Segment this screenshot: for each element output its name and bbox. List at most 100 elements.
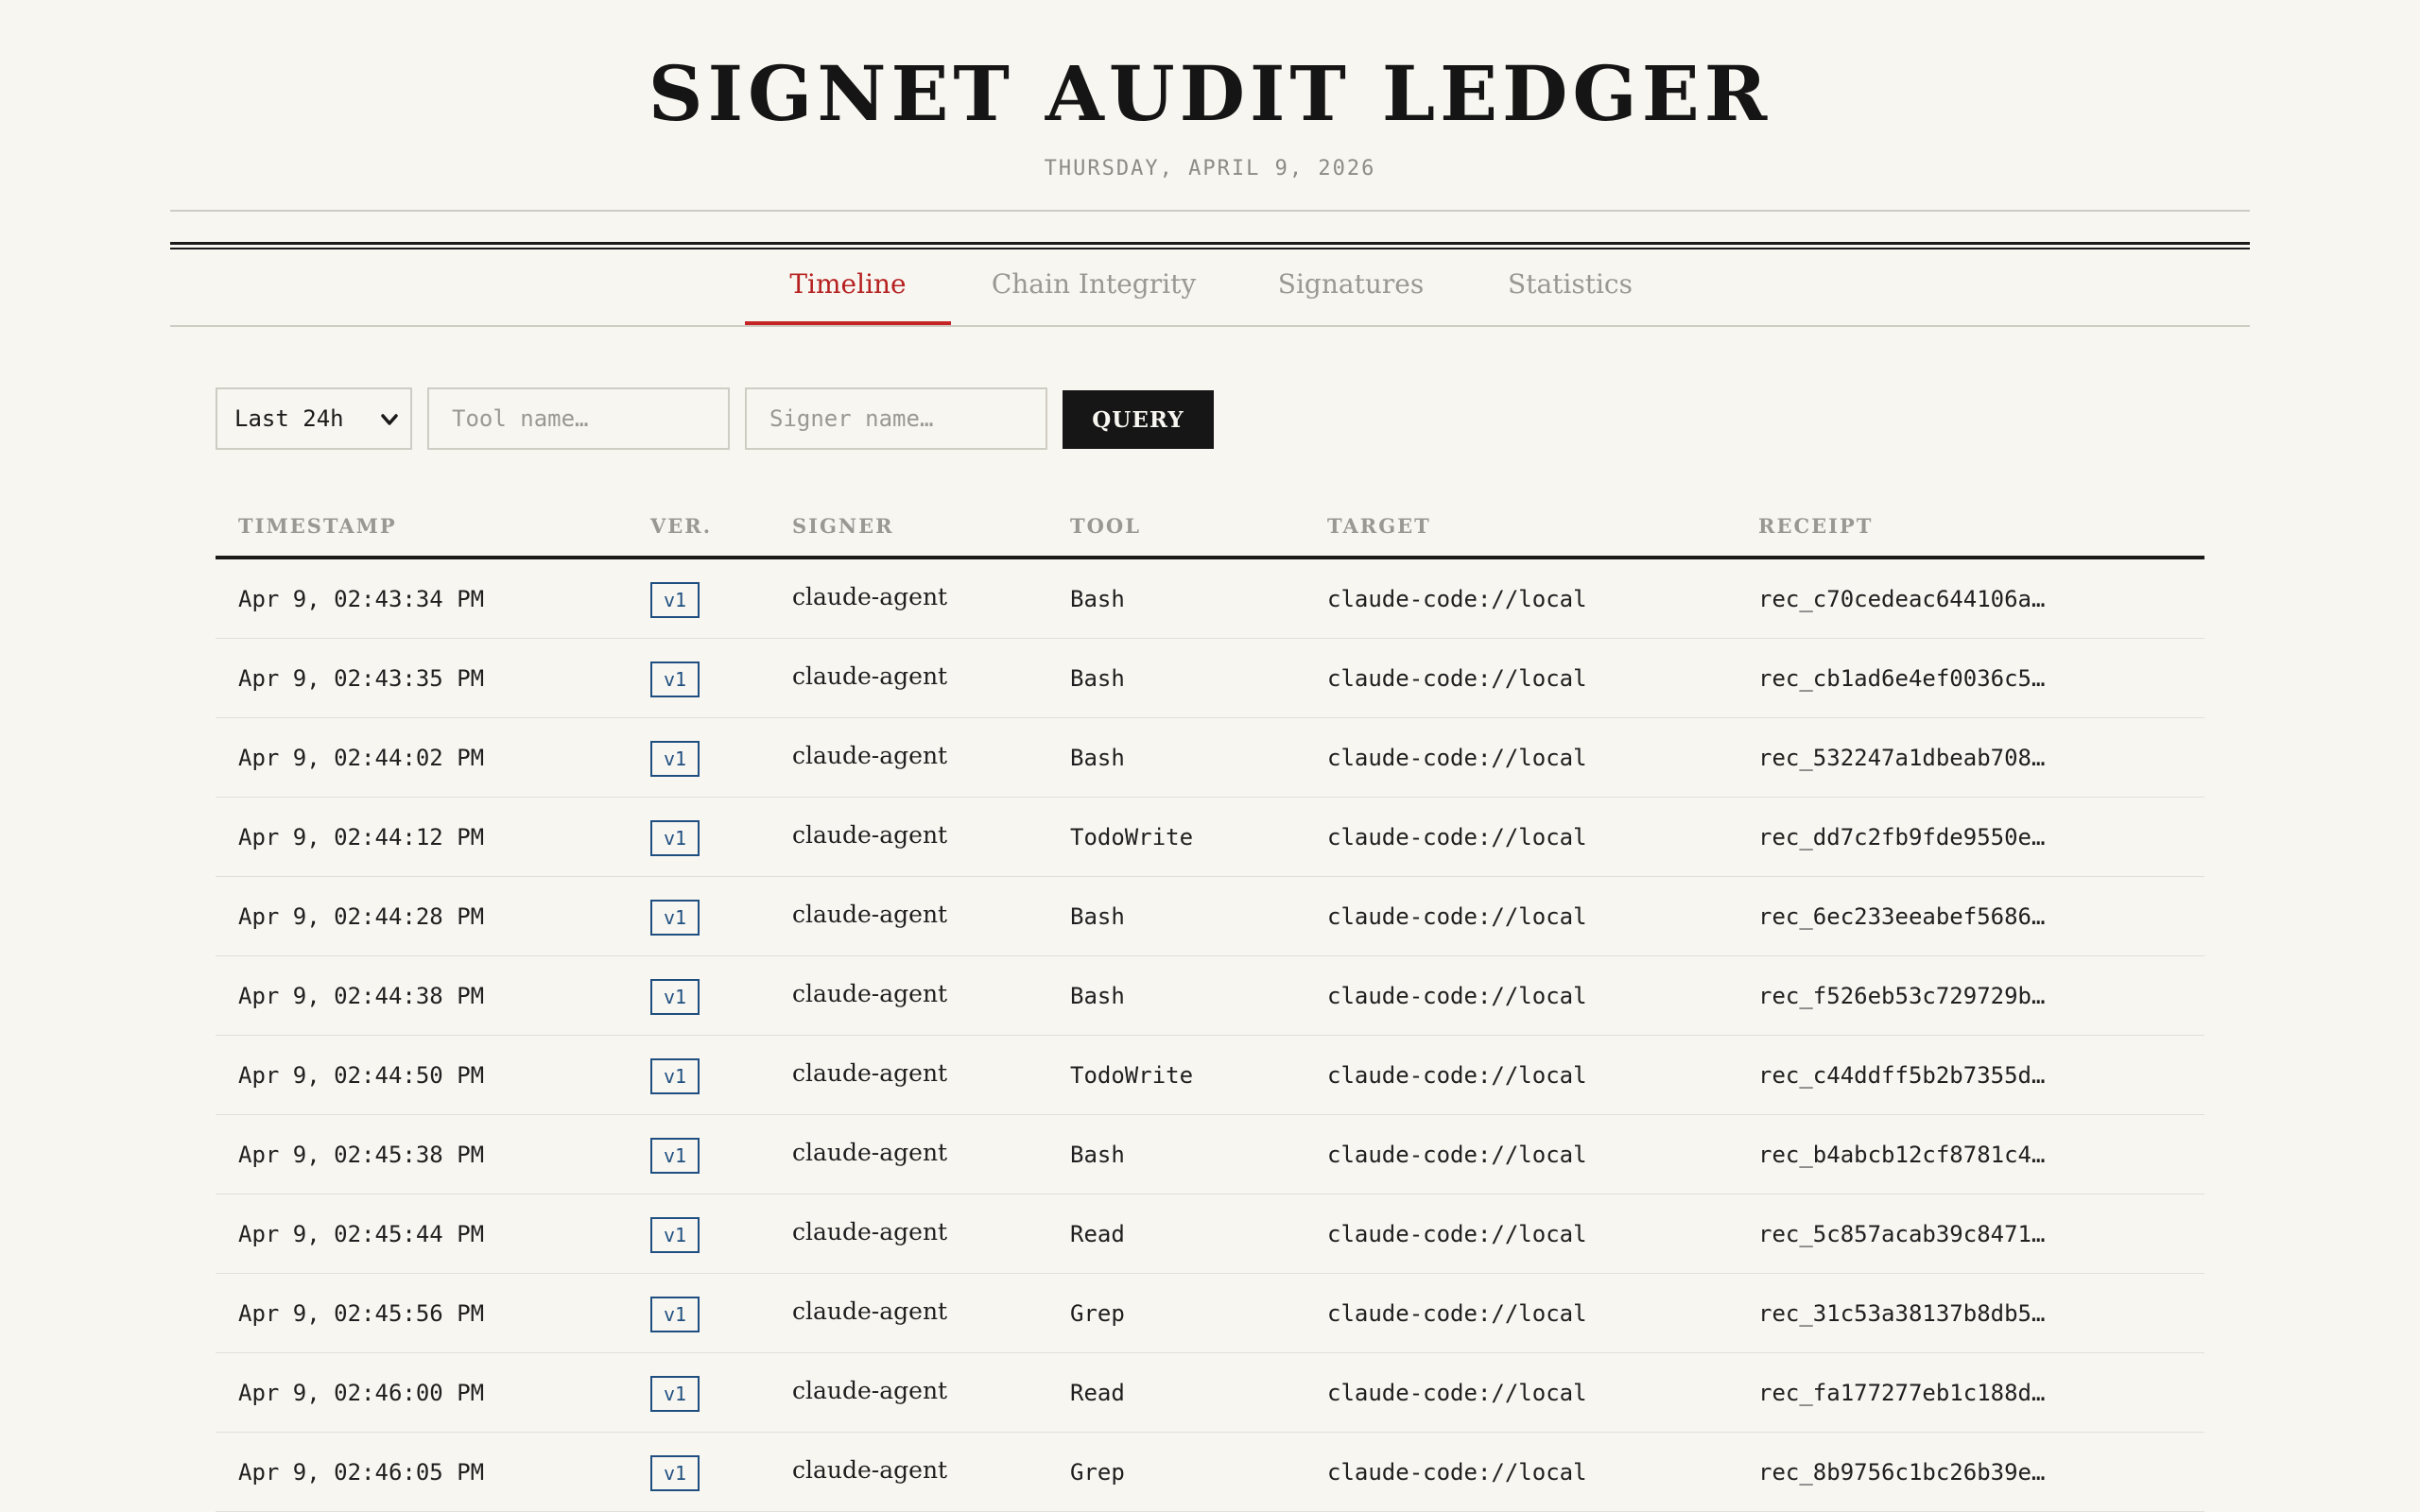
target-cell: claude-code://local (1327, 1062, 1587, 1089)
time-range-value: Last 24h (234, 405, 344, 432)
target-cell: claude-code://local (1327, 1300, 1587, 1327)
target-cell: claude-code://local (1327, 586, 1587, 612)
timestamp-cell: Apr 9, 02:45:56 PM (238, 1300, 485, 1327)
tool-cell: Bash (1070, 586, 1125, 612)
table-row[interactable]: Apr 9, 02:45:44 PM v1 claude-agent Read clau… (216, 1194, 2204, 1274)
tool-name-input[interactable] (427, 387, 730, 450)
tool-cell: Bash (1070, 745, 1125, 771)
col-timestamp[interactable]: TIMESTAMP (238, 512, 397, 541)
timestamp-cell: Apr 9, 02:46:05 PM (238, 1459, 485, 1486)
col-tool[interactable]: TOOL (1070, 512, 1141, 541)
signer-cell: claude-agent (792, 583, 948, 610)
version-badge: v1 (650, 900, 700, 936)
version-badge: v1 (650, 1297, 700, 1332)
ledger-page: SIGNET AUDIT LEDGER THURSDAY, APRIL 9, 2… (0, 0, 2420, 1512)
signer-cell: claude-agent (792, 742, 948, 769)
receipt-link[interactable]: rec_31c53a38137b8db5… (1758, 1274, 2045, 1353)
table-row[interactable]: Apr 9, 02:46:05 PM v1 claude-agent Grep clau… (216, 1433, 2204, 1512)
tab-divider (170, 325, 2250, 327)
col-target[interactable]: TARGET (1327, 512, 1431, 541)
current-date: THURSDAY, APRIL 9, 2026 (1044, 157, 1376, 180)
time-range-select[interactable]: Last 24h (216, 387, 412, 450)
tab-statistics[interactable]: Statistics (1482, 253, 1658, 325)
receipt-link[interactable]: rec_fa177277eb1c188d… (1758, 1353, 2045, 1433)
tool-cell: Grep (1070, 1300, 1125, 1327)
signer-cell: claude-agent (792, 1456, 948, 1484)
version-badge: v1 (650, 1058, 700, 1094)
timestamp-cell: Apr 9, 02:43:35 PM (238, 665, 485, 692)
target-cell: claude-code://local (1327, 1459, 1587, 1486)
tool-cell: TodoWrite (1070, 824, 1194, 850)
timestamp-cell: Apr 9, 02:46:00 PM (238, 1380, 485, 1406)
chevron-down-icon (381, 414, 398, 425)
col-ver[interactable]: VER. (650, 512, 712, 541)
version-badge: v1 (650, 741, 700, 777)
version-badge: v1 (650, 1376, 700, 1412)
target-cell: claude-code://local (1327, 1380, 1587, 1406)
table-row[interactable]: Apr 9, 02:43:34 PM v1 claude-agent Bash clau… (216, 559, 2204, 639)
signer-cell: claude-agent (792, 901, 948, 928)
target-cell: claude-code://local (1327, 824, 1587, 850)
target-cell: claude-code://local (1327, 745, 1587, 771)
col-signer[interactable]: SIGNER (792, 512, 894, 541)
receipt-link[interactable]: rec_c44ddff5b2b7355d… (1758, 1036, 2045, 1115)
timestamp-cell: Apr 9, 02:44:12 PM (238, 824, 485, 850)
version-badge: v1 (650, 1138, 700, 1174)
receipt-link[interactable]: rec_5c857acab39c8471… (1758, 1194, 2045, 1274)
timestamp-cell: Apr 9, 02:45:44 PM (238, 1221, 485, 1247)
version-badge: v1 (650, 662, 700, 697)
tool-cell: Bash (1070, 665, 1125, 692)
receipt-link[interactable]: rec_532247a1dbeab708… (1758, 718, 2045, 798)
timestamp-cell: Apr 9, 02:43:34 PM (238, 586, 485, 612)
receipt-link[interactable]: rec_f526eb53c729729b… (1758, 956, 2045, 1036)
table-row[interactable]: Apr 9, 02:44:28 PM v1 claude-agent Bash clau… (216, 877, 2204, 956)
tool-cell: Grep (1070, 1459, 1125, 1486)
tab-signatures[interactable]: Signatures (1248, 253, 1454, 325)
header-divider (170, 210, 2250, 212)
receipt-link[interactable]: rec_6ec233eeabef5686… (1758, 877, 2045, 956)
target-cell: claude-code://local (1327, 983, 1587, 1009)
timestamp-cell: Apr 9, 02:44:50 PM (238, 1062, 485, 1089)
signer-cell: claude-agent (792, 1377, 948, 1404)
tab-bar: Timeline Chain Integrity Signatures Stat… (0, 253, 2420, 325)
tab-chain-integrity[interactable]: Chain Integrity (974, 253, 1214, 325)
signer-name-input[interactable] (745, 387, 1047, 450)
double-rule-top (170, 242, 2250, 245)
version-badge: v1 (650, 820, 700, 856)
double-rule-bottom (170, 248, 2250, 249)
table-row[interactable]: Apr 9, 02:44:38 PM v1 claude-agent Bash clau… (216, 956, 2204, 1036)
version-badge: v1 (650, 979, 700, 1015)
table-row[interactable]: Apr 9, 02:44:02 PM v1 claude-agent Bash clau… (216, 718, 2204, 798)
receipt-link[interactable]: rec_cb1ad6e4ef0036c5… (1758, 639, 2045, 718)
tool-cell: TodoWrite (1070, 1062, 1194, 1089)
page-title: SIGNET AUDIT LEDGER (648, 49, 1772, 138)
tool-cell: Read (1070, 1380, 1125, 1406)
query-button[interactable]: QUERY (1063, 390, 1214, 449)
table-row[interactable]: Apr 9, 02:44:50 PM v1 claude-agent TodoWrit… (216, 1036, 2204, 1115)
col-receipt[interactable]: RECEIPT (1758, 512, 1873, 541)
signer-cell: claude-agent (792, 1139, 948, 1166)
table-row[interactable]: Apr 9, 02:44:12 PM v1 claude-agent TodoWrit… (216, 798, 2204, 877)
signer-cell: claude-agent (792, 1059, 948, 1087)
tool-cell: Bash (1070, 1142, 1125, 1168)
receipt-link[interactable]: rec_8b9756c1bc26b39e… (1758, 1433, 2045, 1512)
signer-cell: claude-agent (792, 1297, 948, 1325)
tool-cell: Read (1070, 1221, 1125, 1247)
tool-cell: Bash (1070, 983, 1125, 1009)
receipt-link[interactable]: rec_b4abcb12cf8781c4… (1758, 1115, 2045, 1194)
target-cell: claude-code://local (1327, 665, 1587, 692)
version-badge: v1 (650, 1217, 700, 1253)
table-row[interactable]: Apr 9, 02:45:56 PM v1 claude-agent Grep clau… (216, 1274, 2204, 1353)
table-row[interactable]: Apr 9, 02:45:38 PM v1 claude-agent Bash clau… (216, 1115, 2204, 1194)
receipt-link[interactable]: rec_dd7c2fb9fde9550e… (1758, 798, 2045, 877)
signer-cell: claude-agent (792, 1218, 948, 1246)
table-row[interactable]: Apr 9, 02:43:35 PM v1 claude-agent Bash clau… (216, 639, 2204, 718)
timestamp-cell: Apr 9, 02:44:28 PM (238, 903, 485, 930)
audit-table: TIMESTAMP VER. SIGNER TOOL TARGET RECEIP… (216, 501, 2204, 1512)
table-row[interactable]: Apr 9, 02:46:00 PM v1 claude-agent Read clau… (216, 1353, 2204, 1433)
version-badge: v1 (650, 1455, 700, 1491)
tab-timeline[interactable]: Timeline (745, 253, 951, 325)
tool-cell: Bash (1070, 903, 1125, 930)
signer-cell: claude-agent (792, 821, 948, 849)
receipt-link[interactable]: rec_c70cedeac644106a… (1758, 559, 2045, 639)
